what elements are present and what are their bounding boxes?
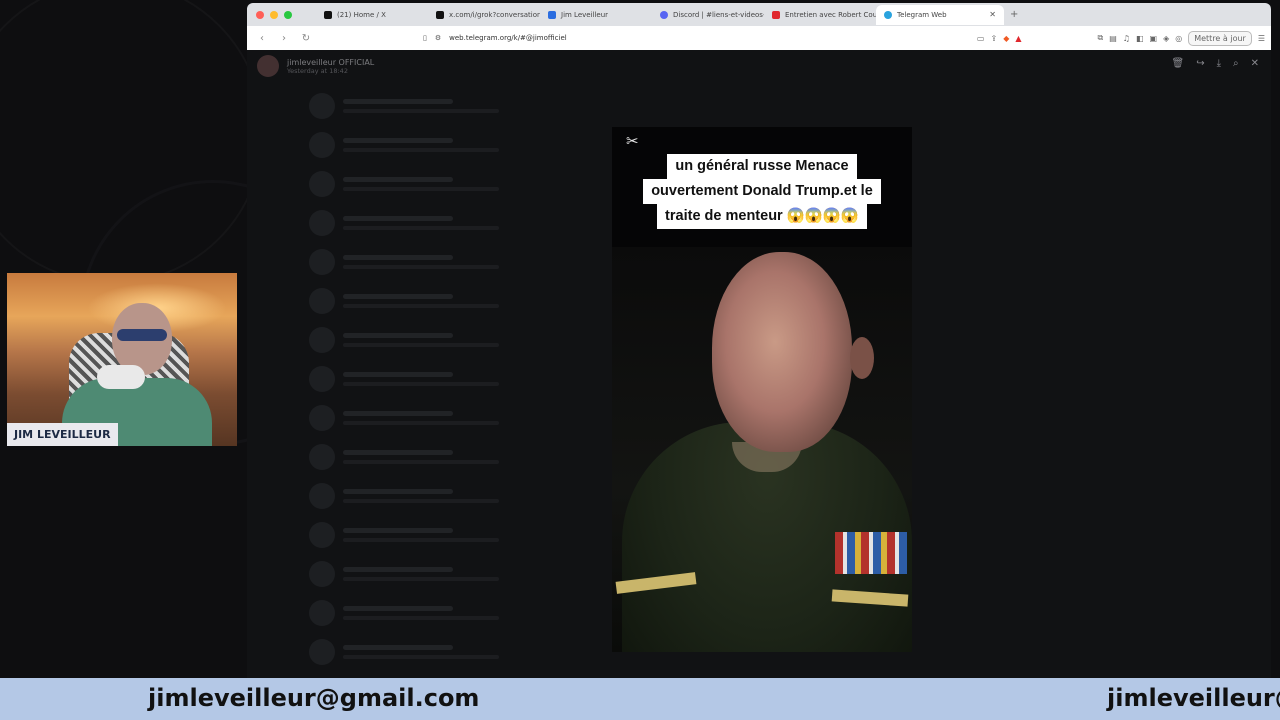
caption-line: traite de menteur 😱😱😱😱 [657, 204, 867, 229]
browser-window: (21) Home / X x.com/i/grok?conversation=… [247, 3, 1271, 678]
close-window-button[interactable] [256, 10, 264, 19]
list-item[interactable] [309, 632, 527, 671]
banner-email: jimleveilleur@gmail.com [148, 684, 480, 712]
tab-discord[interactable]: Discord | #liens-et-videos-actu... [652, 5, 764, 25]
menu-icon[interactable]: ☰ [1258, 34, 1265, 43]
webcam-overlay: JIM LEVEILLEUR [7, 273, 237, 446]
cast-icon[interactable]: ▭ [977, 34, 985, 43]
list-item[interactable] [309, 203, 527, 242]
back-icon[interactable]: ‹ [255, 33, 269, 44]
capcut-logo-icon: ✂ [626, 132, 639, 150]
window-controls [256, 10, 292, 19]
medal-ribbons [835, 532, 907, 574]
site-info-icon[interactable]: ⚙ [435, 34, 441, 42]
list-item[interactable] [309, 476, 527, 515]
sidebar-icon[interactable]: ◧ [1136, 34, 1144, 43]
brave-rewards-icon[interactable]: ▲ [1015, 34, 1021, 43]
youtube-icon [772, 10, 780, 19]
email-banner: jimleveilleur@gmail.com jimleveilleur@ [0, 678, 1280, 720]
list-item[interactable] [309, 359, 527, 398]
zoom-icon[interactable]: ⌕ [1233, 58, 1239, 69]
tab-youtube[interactable]: Entretien avec Robert Courbon - [764, 5, 876, 25]
tab-label: Discord | #liens-et-videos-actu... [673, 10, 764, 19]
bookmark-icon[interactable]: ▯ [423, 34, 427, 42]
tab-grok[interactable]: x.com/i/grok?conversation=200f... [428, 5, 540, 25]
delete-icon[interactable]: 🗑 [1171, 58, 1184, 69]
tab-label: Telegram Web [897, 10, 947, 19]
media-viewer-actions: 🗑 ↪ ⤓ ⌕ ✕ [1171, 58, 1259, 69]
discord-icon [660, 10, 668, 19]
list-item[interactable] [309, 320, 527, 359]
tab-jim-leveilleur[interactable]: Jim Leveilleur [540, 5, 652, 25]
tab-groups-icon[interactable]: ▣ [1150, 34, 1158, 43]
toolbar-icons: ▭ ⇪ ◆ ▲ ⧉ ▤ ♫ ◧ ▣ ◈ ◎ Mettre à jour ☰ [977, 30, 1265, 46]
telegram-app: jimleveilleur OFFICIAL Yesterday at 18:4… [247, 50, 1271, 678]
speaker-face [712, 252, 852, 452]
reload-icon[interactable]: ↻ [299, 33, 313, 44]
list-item[interactable] [309, 515, 527, 554]
list-item[interactable] [309, 554, 527, 593]
url-field[interactable]: ▯ ⚙ web.telegram.org/k/#@jimofficiel [423, 34, 923, 42]
new-tab-icon[interactable]: + [1010, 9, 1018, 20]
music-icon[interactable]: ♫ [1123, 34, 1130, 43]
page-icon [548, 10, 556, 19]
list-item[interactable] [309, 437, 527, 476]
share-icon[interactable]: ⇪ [990, 34, 997, 43]
minimize-window-button[interactable] [270, 10, 278, 19]
channel-name: jimleveilleur OFFICIAL [287, 57, 375, 67]
video-caption: un général russe Menace ouvertement Dona… [612, 154, 912, 229]
close-icon[interactable]: ✕ [1251, 58, 1259, 69]
x-icon [324, 10, 332, 19]
reader-icon[interactable]: ▤ [1109, 34, 1117, 43]
avatar [257, 55, 279, 77]
streamer-name-label: JIM LEVEILLEUR [7, 423, 118, 446]
url-text: web.telegram.org/k/#@jimofficiel [449, 34, 567, 42]
speaker-ear [850, 337, 874, 379]
message-timestamp: Yesterday at 18:42 [287, 66, 348, 75]
extensions-icon[interactable]: ⧉ [1098, 33, 1104, 43]
list-item[interactable] [309, 164, 527, 203]
list-item[interactable] [309, 281, 527, 320]
tab-label: x.com/i/grok?conversation=200f... [449, 10, 540, 19]
tab-label: Jim Leveilleur [561, 10, 609, 19]
tab-x-home[interactable]: (21) Home / X [316, 5, 428, 25]
download-icon[interactable]: ⤓ [1217, 58, 1221, 69]
forward-icon[interactable]: › [277, 33, 291, 44]
forward-icon[interactable]: ↪ [1196, 58, 1204, 69]
caption-line: ouvertement Donald Trump.et le [643, 179, 881, 204]
list-item[interactable] [309, 593, 527, 632]
webcam-glasses [117, 329, 167, 341]
tab-label: (21) Home / X [337, 10, 386, 19]
tab-telegram[interactable]: Telegram Web ✕ [876, 4, 1004, 25]
caption-line: un général russe Menace [667, 154, 857, 179]
list-item[interactable] [309, 125, 527, 164]
list-item[interactable] [309, 242, 527, 281]
address-bar: ‹ › ↻ ▯ ⚙ web.telegram.org/k/#@jimoffici… [247, 26, 1271, 50]
update-button[interactable]: Mettre à jour [1188, 30, 1252, 46]
x-icon [436, 10, 444, 19]
list-item[interactable] [309, 86, 527, 125]
close-tab-icon[interactable]: ✕ [989, 10, 996, 19]
media-viewer-header: jimleveilleur OFFICIAL Yesterday at 18:4… [257, 55, 374, 77]
list-item[interactable] [309, 398, 527, 437]
vpn-icon[interactable]: ◎ [1175, 34, 1182, 43]
telegram-icon [884, 10, 892, 19]
tab-label: Entretien avec Robert Courbon - [785, 10, 876, 19]
history-icon[interactable]: ◈ [1163, 34, 1169, 43]
tab-bar: (21) Home / X x.com/i/grok?conversation=… [247, 3, 1271, 26]
maximize-window-button[interactable] [284, 10, 292, 19]
chat-list [309, 86, 527, 671]
video-frame [612, 247, 912, 652]
banner-email: jimleveilleur@ [1107, 684, 1280, 712]
video-player[interactable]: ✂ un général russe Menace ouvertement Do… [612, 127, 912, 652]
microphone-icon [97, 365, 145, 389]
brave-shield-icon[interactable]: ◆ [1003, 34, 1009, 43]
